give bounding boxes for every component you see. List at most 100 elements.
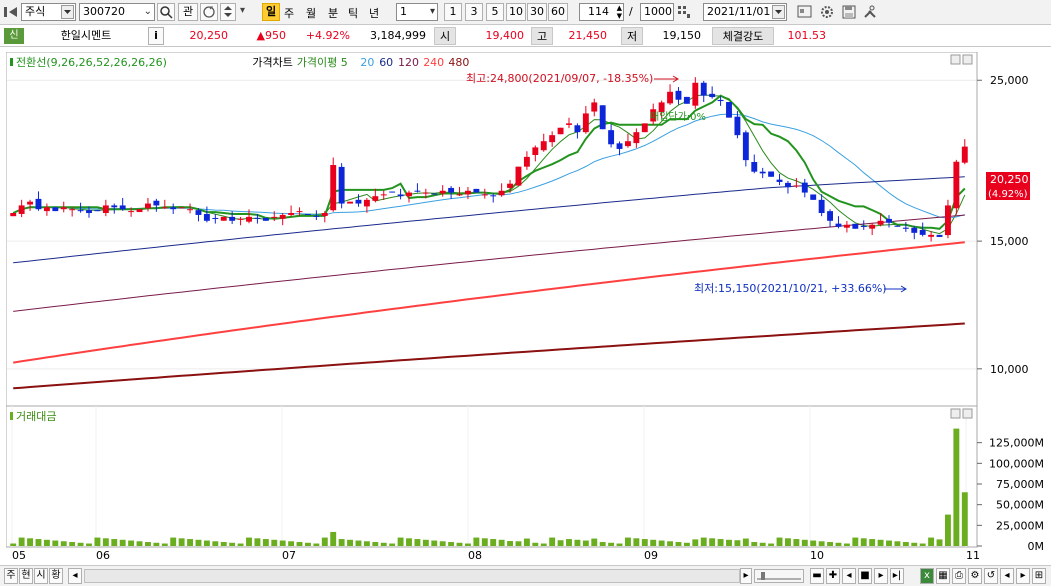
unit-10-button[interactable]: 10 [506, 3, 526, 21]
volume-bar [768, 543, 775, 546]
volume-axis: 125,000M 100,000M 75,000M 50,000M 25,000M 0M [977, 437, 1044, 553]
updown-stepper[interactable] [220, 3, 236, 21]
stock-window-icon[interactable] [797, 4, 813, 23]
candle-body [860, 225, 867, 227]
unit-5-button[interactable]: 5 [486, 3, 504, 21]
credit-badge: 신 [4, 28, 24, 44]
volume-bar [69, 542, 76, 546]
pin-button[interactable]: ⊞ [1032, 568, 1046, 584]
candle-body [187, 209, 193, 211]
volume-bar [650, 539, 657, 546]
volume-bar [700, 537, 707, 546]
calendar-dropdown-icon [772, 5, 785, 19]
unit-60-button[interactable]: 60 [548, 3, 568, 21]
volume-pane-minimize-button[interactable] [950, 408, 961, 419]
save-icon[interactable] [841, 4, 857, 23]
volume-bar [372, 542, 379, 546]
period-year-tab[interactable]: 년 [369, 5, 379, 21]
watchlist-button[interactable]: 관 [178, 3, 198, 21]
volume-bar [305, 542, 311, 546]
candle-body [498, 190, 505, 196]
volume-bar [532, 542, 539, 546]
scroll-first-button[interactable]: ◂ [842, 568, 856, 584]
excel-export-button[interactable]: x [920, 568, 934, 584]
zoom-out-button[interactable]: ▬ [810, 568, 824, 584]
stock-chart[interactable]: 25,000 15,000 10,000 125,000M 100,000M 75,00… [6, 52, 1048, 564]
pane-minimize-button[interactable] [950, 54, 961, 65]
candle-body [961, 146, 968, 163]
volume-bar [52, 540, 59, 546]
candle-body [818, 199, 825, 214]
unit-select[interactable]: 1 ▾ [396, 3, 438, 21]
volume-pane-close-button[interactable] [962, 408, 973, 419]
volume-bar [785, 538, 791, 546]
tools-icon[interactable] [862, 4, 878, 23]
volume-bar [953, 428, 960, 546]
unit-1-button[interactable]: 1 [444, 3, 462, 21]
display-count-stepper[interactable]: 114 ▲ ▼ [579, 3, 624, 21]
config-button[interactable]: ⚙ [968, 568, 982, 584]
chevron-down-icon[interactable]: ▾ [240, 5, 245, 16]
scroll-left-button[interactable]: ◂ [68, 568, 82, 584]
candle-body [397, 194, 404, 197]
period-tick-tab[interactable]: 틱 [348, 5, 358, 21]
scroll-end-button[interactable]: ▸| [890, 568, 904, 584]
zoom-slider[interactable] [754, 569, 804, 583]
low-annotation: 최저:15,150(2021/10/21, +33.66%) [694, 282, 887, 295]
volume-bar [919, 543, 926, 546]
volume-bar [911, 542, 918, 546]
pane-close-button[interactable] [962, 54, 973, 65]
candle-body [406, 192, 412, 197]
volume-bar [380, 542, 387, 546]
volume-bar [43, 539, 50, 546]
volume-bar [692, 539, 699, 546]
period-monthly-tab[interactable]: 월 [306, 5, 316, 21]
total-count-input[interactable]: 1000 [640, 3, 674, 21]
search-button[interactable] [157, 3, 175, 21]
candle-body [43, 207, 50, 212]
volume-bar [246, 537, 252, 546]
price-axis: 25,000 15,000 10,000 [977, 74, 1029, 376]
candle-body [785, 182, 791, 188]
unit-3-button[interactable]: 3 [465, 3, 483, 21]
volume-bar [574, 539, 581, 546]
pause-button[interactable]: ■ [858, 568, 872, 584]
tab-stock[interactable]: 주 [4, 568, 18, 584]
candle-body [52, 207, 59, 212]
volume-bar [422, 539, 429, 546]
candle-body [237, 218, 244, 220]
refresh-button[interactable] [200, 3, 218, 21]
grid-settings-icon[interactable] [677, 5, 691, 19]
tab-status[interactable]: 황 [49, 568, 63, 584]
tab-market[interactable]: 시 [34, 568, 48, 584]
zoom-in-button[interactable]: ✚ [826, 568, 840, 584]
tab-current[interactable]: 현 [19, 568, 33, 584]
stock-code-input[interactable]: 300720 ⌄ [79, 3, 155, 21]
settings-gear-icon[interactable] [819, 4, 835, 23]
image-export-button[interactable]: ▦ [936, 568, 950, 584]
scroll-last-button[interactable]: ▸ [874, 568, 888, 584]
next-button[interactable]: ▸ [1016, 568, 1030, 584]
volume-bar [271, 539, 278, 546]
legend-item-2: 가격이평 5 [297, 56, 348, 69]
period-minute-tab[interactable]: 분 [328, 5, 338, 21]
candle-body [928, 234, 935, 237]
period-daily-tab[interactable]: 일 [262, 3, 280, 21]
market-select[interactable]: 주식 [21, 3, 76, 21]
legend-item-1: 가격차트 [252, 56, 292, 69]
volume-bar [810, 540, 817, 546]
search-icon [160, 6, 173, 19]
date-picker[interactable]: 2021/11/01 [703, 3, 787, 21]
unit-30-button[interactable]: 30 [527, 3, 547, 21]
print-button[interactable]: ⎙ [952, 568, 966, 584]
candle-body [422, 192, 429, 194]
horizontal-scrollbar[interactable] [84, 569, 740, 583]
stock-info-button[interactable]: i [148, 27, 164, 45]
candle-body [473, 188, 480, 193]
reset-button[interactable]: ↺ [984, 568, 998, 584]
candle-body [389, 191, 396, 193]
prev-button[interactable]: ◂ [1000, 568, 1014, 584]
period-weekly-tab[interactable]: 주 [284, 5, 294, 21]
volume-bar [473, 537, 480, 546]
scroll-right-button[interactable]: ▸ [740, 568, 752, 584]
